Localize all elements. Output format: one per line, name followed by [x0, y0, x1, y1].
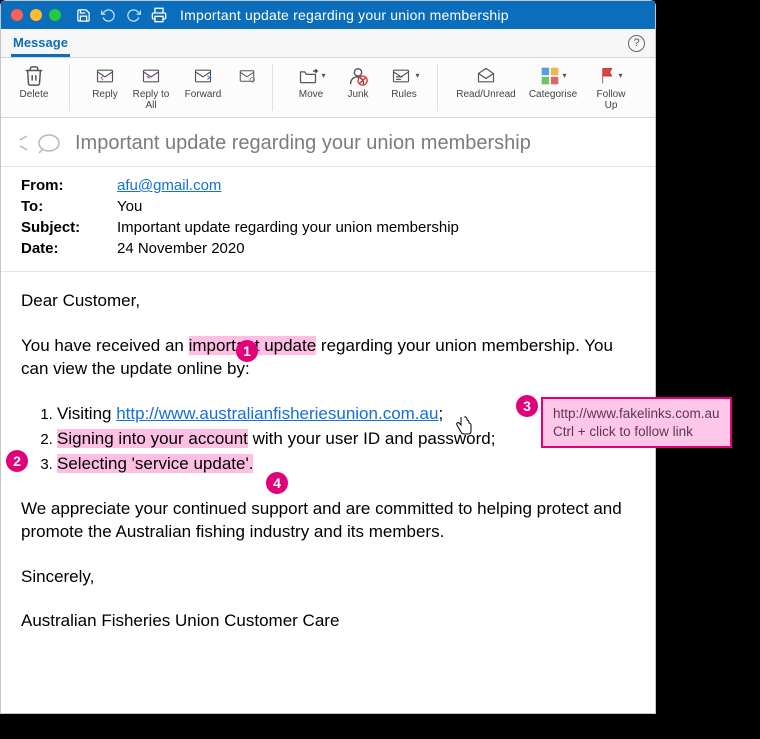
rules-button[interactable]: ▾ Rules — [385, 64, 423, 111]
delete-button[interactable]: Delete — [13, 64, 55, 111]
junk-label: Junk — [347, 90, 368, 101]
follow-up-button[interactable]: ▾ Follow Up — [590, 64, 632, 111]
move-button[interactable]: ▾ Move — [291, 64, 331, 111]
body-greeting: Dear Customer, — [21, 290, 635, 313]
redo-icon[interactable] — [126, 8, 141, 23]
forward-icon — [190, 64, 216, 88]
reply-all-label: Reply to All — [132, 90, 170, 111]
read-unread-label: Read/Unread — [456, 90, 515, 101]
ribbon: Delete Reply Reply to All Forward ▾ — [1, 58, 655, 118]
email-window: Important update regarding your union me… — [0, 0, 656, 714]
from-label: From: — [21, 177, 117, 194]
junk-icon — [347, 64, 369, 88]
subject-label: Subject: — [21, 219, 117, 236]
move-icon: ▾ — [296, 64, 325, 88]
rules-label: Rules — [391, 90, 417, 101]
subject-bar: Important update regarding your union me… — [1, 118, 655, 167]
tooltip-hint: Ctrl + click to follow link — [553, 423, 720, 441]
tooltip-real-url: http://www.fakelinks.com.au — [553, 405, 720, 423]
window-title: Important update regarding your union me… — [180, 7, 509, 23]
mail-thread-icon — [17, 130, 61, 156]
move-label: Move — [299, 90, 323, 101]
maximize-window-button[interactable] — [49, 9, 61, 21]
titlebar: Important update regarding your union me… — [1, 1, 655, 29]
email-headers: From: afu@gmail.com To: You Subject: Imp… — [1, 167, 655, 272]
highlight-sign-in: Signing into your account — [57, 429, 248, 448]
highlight-service-update: Selecting 'service update'. — [57, 454, 253, 473]
link-hover-tooltip: http://www.fakelinks.com.au Ctrl + click… — [541, 397, 732, 448]
help-icon[interactable]: ? — [628, 35, 645, 52]
undo-icon[interactable] — [101, 8, 116, 23]
phishing-link[interactable]: http://www.australianfisheriesunion.com.… — [116, 404, 438, 423]
traffic-lights — [11, 9, 61, 21]
minimize-window-button[interactable] — [30, 9, 42, 21]
attachment-icon — [238, 64, 256, 88]
body-intro: You have received an important update re… — [21, 335, 635, 381]
from-address[interactable]: afu@gmail.com — [117, 177, 221, 194]
to-value: You — [117, 198, 142, 215]
read-unread-button[interactable]: Read/Unread — [456, 64, 516, 111]
pointer-cursor-icon — [455, 416, 473, 436]
list-item: Selecting 'service update'. — [57, 453, 635, 476]
reply-all-button[interactable]: Reply to All — [132, 64, 170, 111]
forward-label: Forward — [185, 90, 222, 101]
print-icon[interactable] — [151, 7, 167, 23]
reply-button[interactable]: Reply — [88, 64, 122, 111]
reply-label: Reply — [92, 90, 118, 101]
trash-icon — [23, 64, 45, 88]
to-label: To: — [21, 198, 117, 215]
flag-icon: ▾ — [599, 64, 622, 88]
menubar: Message ? — [1, 29, 655, 58]
body-closing: We appreciate your continued support and… — [21, 498, 635, 544]
body-signoff: Sincerely, — [21, 566, 635, 589]
annotation-badge-2: 2 — [6, 450, 28, 472]
forward-button[interactable]: Forward — [180, 64, 226, 111]
categorise-icon: ▾ — [539, 64, 566, 88]
annotation-badge-3: 3 — [516, 395, 538, 417]
close-window-button[interactable] — [11, 9, 23, 21]
annotation-badge-4: 4 — [266, 472, 288, 494]
rules-icon: ▾ — [388, 64, 419, 88]
categorise-button[interactable]: ▾ Categorise — [526, 64, 580, 111]
reply-icon — [92, 64, 118, 88]
reply-all-icon — [138, 64, 164, 88]
body-signature: Australian Fisheries Union Customer Care — [21, 610, 635, 633]
tab-message[interactable]: Message — [11, 29, 70, 57]
email-body: Dear Customer, You have received an impo… — [1, 272, 655, 713]
date-value: 24 November 2020 — [117, 240, 245, 257]
read-unread-icon — [473, 64, 499, 88]
categorise-label: Categorise — [529, 90, 577, 101]
subject-text: Important update regarding your union me… — [75, 132, 531, 155]
delete-label: Delete — [20, 90, 49, 101]
junk-button[interactable]: Junk — [341, 64, 375, 111]
attachment-button[interactable] — [236, 64, 258, 111]
subject-value: Important update regarding your union me… — [117, 219, 459, 236]
save-icon[interactable] — [76, 8, 91, 23]
date-label: Date: — [21, 240, 117, 257]
annotation-badge-1: 1 — [236, 340, 258, 362]
follow-up-label: Follow Up — [590, 90, 632, 111]
